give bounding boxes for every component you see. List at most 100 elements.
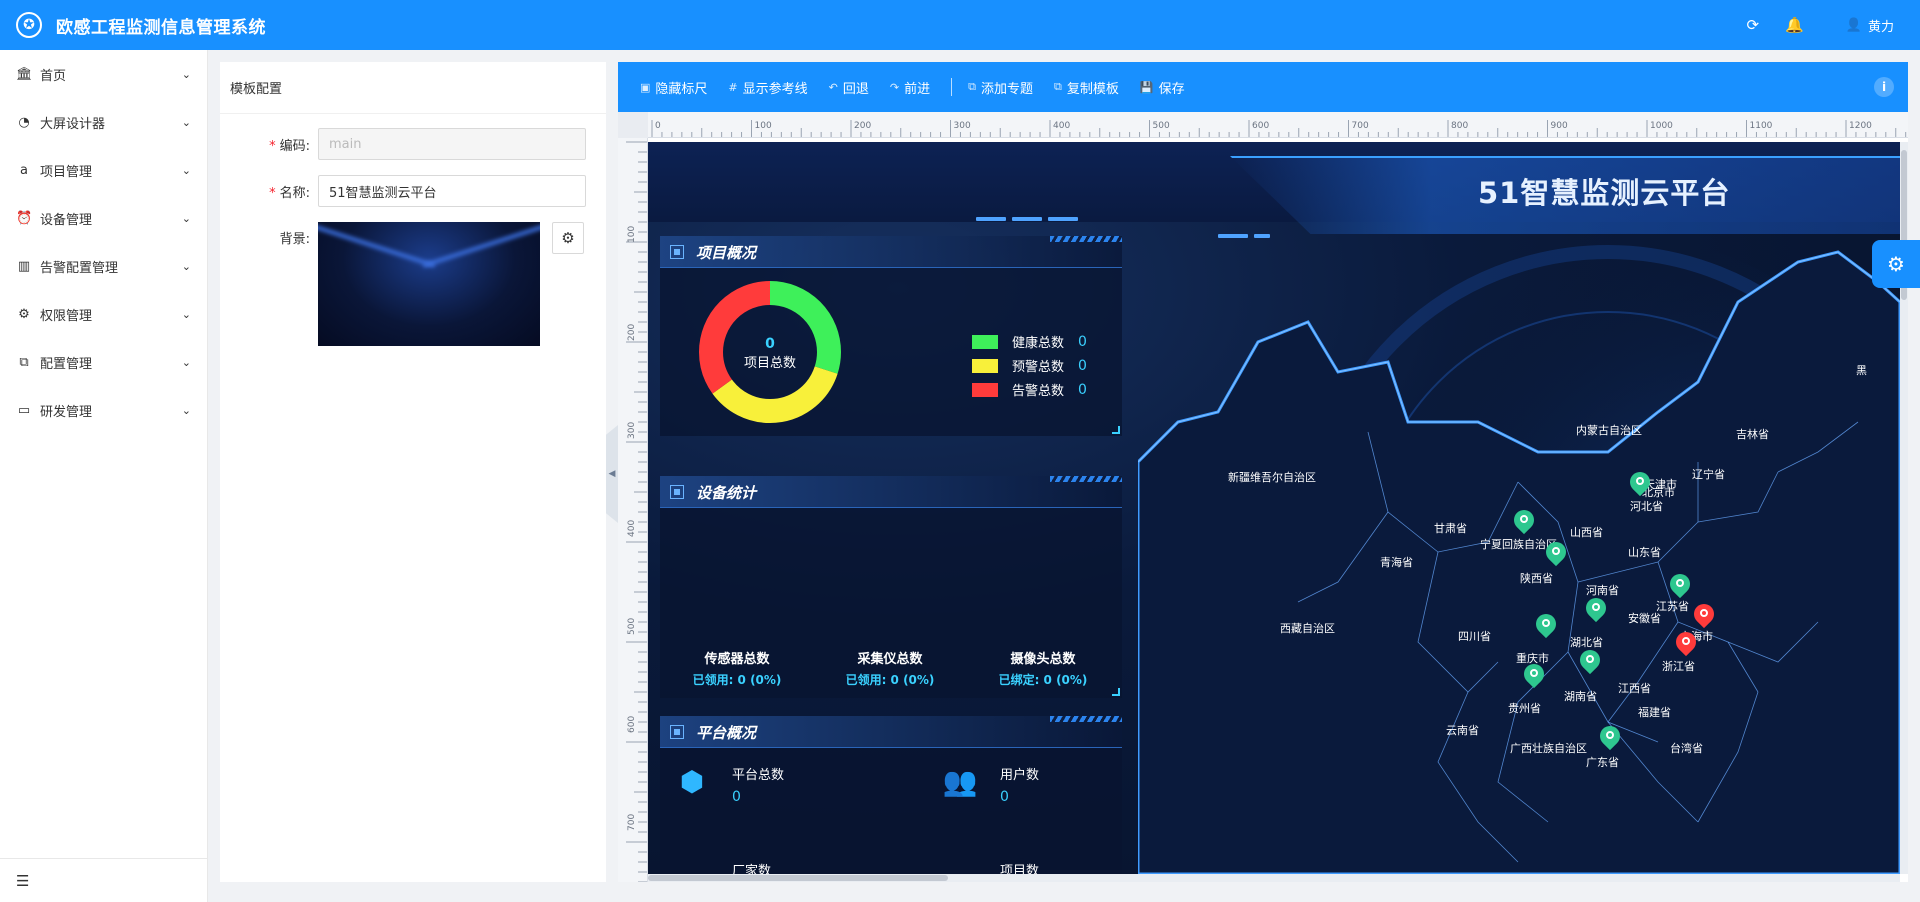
map-pin[interactable] xyxy=(1575,645,1605,676)
panel-title: 设备统计 xyxy=(696,484,757,502)
ruler-label: 400 xyxy=(627,520,637,537)
hide-ruler-button[interactable]: ▣ 隐藏标尺 xyxy=(640,78,707,97)
user-icon: 👤 xyxy=(1845,17,1862,33)
name-field[interactable]: 51智慧监测云平台 xyxy=(318,175,586,207)
province-label: 甘肃省 xyxy=(1434,522,1467,535)
sidebar-item-devices[interactable]: ⏰ 设备管理 ⌄ xyxy=(0,194,207,242)
redo-icon: ↷ xyxy=(889,80,900,94)
ruler-label: 600 xyxy=(1252,121,1269,131)
pin-dot xyxy=(1676,579,1684,587)
code-label: * 编码: xyxy=(220,135,318,154)
pin-dot xyxy=(1682,637,1690,645)
project-overview-panel[interactable]: 项目概况 0 项目总数 健康总数 0 预警总数 0 告警总数 0 xyxy=(660,236,1122,436)
show-guides-label: 显示参考线 xyxy=(742,81,808,97)
chevron-down-icon: ⌄ xyxy=(181,115,191,129)
redo-label: 前进 xyxy=(904,81,931,97)
ruler-vertical[interactable]: 100 200 300 400 500 600 700 xyxy=(618,138,648,882)
chevron-down-icon: ⌄ xyxy=(181,211,191,225)
legend-alarm: 告警总数 0 xyxy=(972,380,1087,399)
chevron-down-icon: ⌄ xyxy=(181,403,191,417)
toolbar-divider xyxy=(951,78,953,96)
users-item: 👥 用户数 0 xyxy=(942,764,1039,805)
map-pin[interactable] xyxy=(1689,599,1719,630)
ruler-horizontal-scale: 0 100 200 300 400 500 600 700 800 900 1000 1100 1200 xyxy=(651,120,1907,137)
panel-marker-icon xyxy=(670,245,684,259)
platform-overview-panel[interactable]: 平台概况 ⬢ 平台总数 0 👥 用户数 0 ▬ 厂家数 xyxy=(660,716,1122,874)
province-label: 广西壮族自治区 xyxy=(1510,742,1587,755)
project-icon: ▥ xyxy=(17,258,31,274)
sidebar-item-alarm-config[interactable]: ▥ 告警配置管理 ⌄ xyxy=(0,242,207,290)
map-pin[interactable] xyxy=(1595,721,1625,752)
name-row: * 名称: 51智慧监测云平台 xyxy=(220,175,586,207)
map-pin[interactable] xyxy=(1665,569,1695,600)
province-label: 陕西省 xyxy=(1520,572,1553,585)
province-label: 黑 xyxy=(1856,364,1867,377)
sidebar-item-label: 权限管理 xyxy=(40,308,93,324)
province-label: 河南省 xyxy=(1586,584,1619,597)
panel-corner xyxy=(1112,426,1120,434)
bell-icon[interactable]: 🔔 xyxy=(1785,16,1804,34)
save-button[interactable]: 💾 保存 xyxy=(1140,78,1185,97)
cluster-icon: ⧉ xyxy=(19,354,29,370)
designer-toolbar: ▣ 隐藏标尺 # 显示参考线 ↶ 回退 ↷ 前进 ⧉ 添加专题 ⧉ 复制模板 💾 保存 i xyxy=(618,62,1908,112)
map-pin[interactable] xyxy=(1671,627,1701,658)
map-pin[interactable] xyxy=(1519,659,1549,690)
menu-fold-icon[interactable]: ☰ xyxy=(0,858,207,902)
pin-dot xyxy=(1592,603,1600,611)
app-header: ✪ 欧感工程监测信息管理系统 ⟳ 🔔 👤 黄力 xyxy=(0,0,1920,50)
ruler-horizontal[interactable]: 0 100 200 300 400 500 600 700 800 900 1000 1100 1200 xyxy=(648,112,1908,138)
refresh-icon[interactable]: ⟳ xyxy=(1747,16,1760,34)
chevron-down-icon: ⌄ xyxy=(181,355,191,369)
user-menu[interactable]: 👤 黄力 xyxy=(1846,16,1894,35)
screen-designer: ▣ 隐藏标尺 # 显示参考线 ↶ 回退 ↷ 前进 ⧉ 添加专题 ⧉ 复制模板 💾 保存 i 0… xyxy=(618,62,1908,882)
show-guides-button[interactable]: # 显示参考线 xyxy=(728,78,807,97)
map-pin[interactable] xyxy=(1531,609,1561,640)
copy-template-button[interactable]: ⧉ 复制模板 xyxy=(1054,78,1119,97)
copy-template-label: 复制模板 xyxy=(1066,81,1119,97)
sidebar-item-screen-designer[interactable]: ◔ 大屏设计器 ⌄ xyxy=(0,98,207,146)
map-pin[interactable] xyxy=(1541,537,1571,568)
required-mark: * xyxy=(269,185,276,201)
map-pin[interactable] xyxy=(1509,505,1539,536)
stat-sub: 已领用: 0 (0%) xyxy=(692,673,782,687)
device-stats-panel[interactable]: 设备统计 传感器总数 已领用: 0 (0%) 采集仪总数 已领用: 0 (0%)… xyxy=(660,476,1122,698)
ruler-label: 500 xyxy=(627,618,637,635)
legend-warning: 预警总数 0 xyxy=(972,356,1087,375)
province-label: 湖北省 xyxy=(1570,636,1603,649)
china-map[interactable]: 新疆维吾尔自治区 西藏自治区 青海省 甘肃省 内蒙古自治区 宁夏回族自治区 陕西… xyxy=(1138,222,1900,874)
province-label: 青海省 xyxy=(1380,556,1413,569)
sidebar-item-permissions[interactable]: ⚙ 权限管理 ⌄ xyxy=(0,290,207,338)
panel-title: 项目概况 xyxy=(696,244,757,262)
stat-sub: 已领用: 0 (0%) xyxy=(845,673,935,687)
province-label: 辽宁省 xyxy=(1692,468,1725,481)
redo-button[interactable]: ↷ 前进 xyxy=(890,78,930,97)
map-pin[interactable] xyxy=(1581,593,1611,624)
info-icon[interactable]: i xyxy=(1874,77,1894,97)
stat-name: 采集仪总数 xyxy=(857,652,923,667)
floating-settings-button[interactable]: ⚙ xyxy=(1872,240,1920,288)
ruler-label: 600 xyxy=(627,716,637,733)
panel-marker-icon xyxy=(670,725,684,739)
ruler-label: 1200 xyxy=(1849,121,1872,131)
undo-button[interactable]: ↶ 回退 xyxy=(829,78,869,97)
map-pin[interactable] xyxy=(1625,467,1655,498)
sidebar-item-config[interactable]: ⧉ 配置管理 ⌄ xyxy=(0,338,207,386)
design-canvas[interactable]: 51智慧监测云平台 新疆维吾尔自治区 西藏自治区 青海省 甘肃省 内蒙古自治区 … xyxy=(648,142,1900,874)
background-settings-button[interactable]: ⚙ xyxy=(552,222,584,254)
sidebar-item-rnd[interactable]: ▭ 研发管理 ⌄ xyxy=(0,386,207,434)
background-preview[interactable] xyxy=(318,222,540,346)
ruler-label: 400 xyxy=(1053,121,1070,131)
folder-icon: ▬ xyxy=(942,860,978,874)
legend-label: 告警总数 xyxy=(1012,384,1065,399)
sidebar-item-projects[interactable]: a 项目管理 ⌄ xyxy=(0,146,207,194)
dashboard-icon: ◔ xyxy=(18,114,30,130)
scroll-thumb[interactable] xyxy=(648,875,948,881)
pin-dot xyxy=(1520,515,1528,523)
panel-collapse-handle[interactable]: ◀ xyxy=(606,425,618,523)
stat-sub: 已绑定: 0 (0%) xyxy=(998,673,1088,687)
sidebar-item-home[interactable]: 🏛 首页 ⌄ xyxy=(0,50,207,98)
setting-icon: ⚙ xyxy=(18,306,30,322)
add-topic-button[interactable]: ⧉ 添加专题 xyxy=(968,78,1033,97)
sidebar-item-label: 告警配置管理 xyxy=(40,260,119,276)
canvas-horizontal-scrollbar[interactable] xyxy=(648,874,1900,882)
